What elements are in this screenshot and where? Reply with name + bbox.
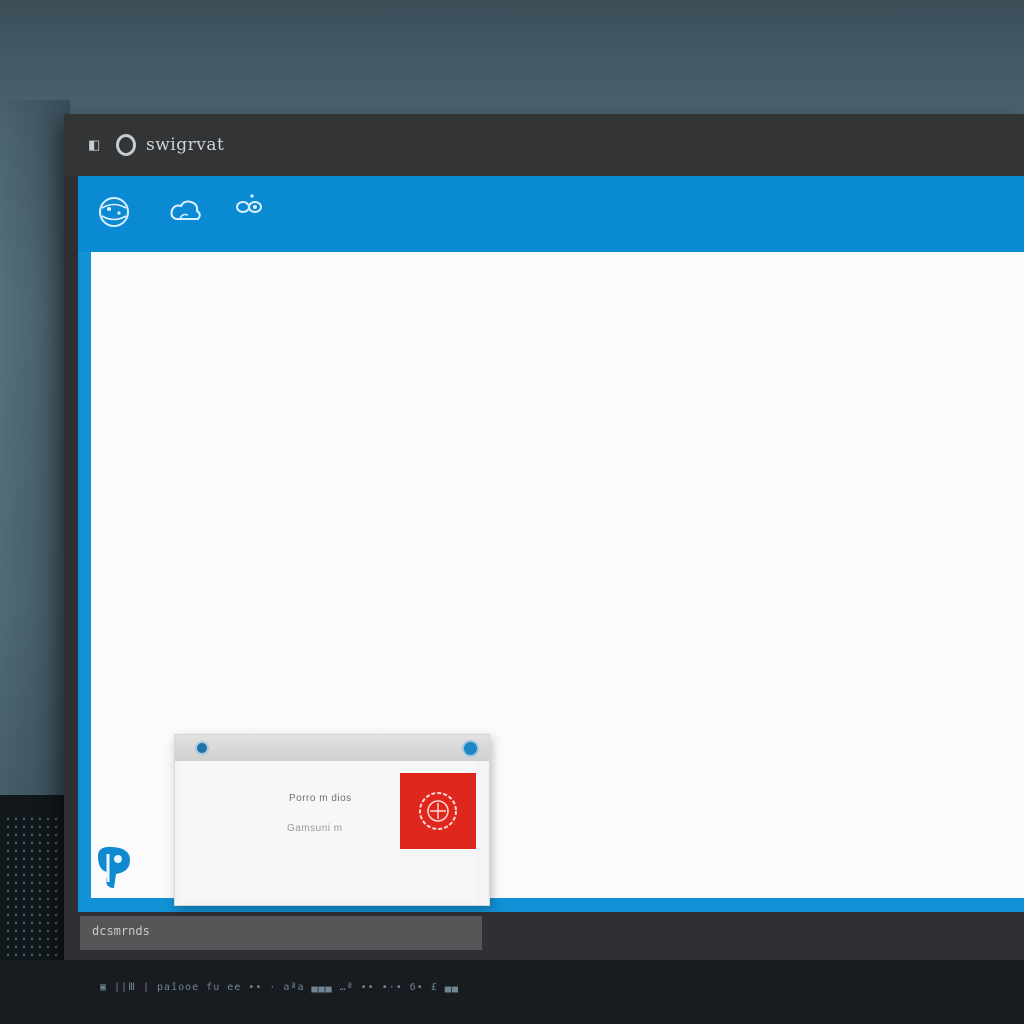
dialog-body: Porro m dios Gamsuni m (179, 761, 476, 901)
alert-seal-icon (419, 792, 457, 830)
monitor: ◧ swigrvat Porro m dios Gamsuni m dcsmrn… (64, 114, 1024, 972)
ring-icon (116, 134, 136, 156)
dialog-message-line-2: Gamsuni m (287, 823, 343, 834)
cloud-icon (170, 200, 201, 220)
globe-button[interactable] (94, 194, 134, 230)
dialog-message-line-1: Porro m dios (289, 793, 352, 804)
dialog-titlebar (175, 735, 489, 761)
app-launcher-button[interactable] (92, 844, 136, 890)
titlebar: ◧ swigrvat (64, 114, 1024, 176)
taskbar-item-label[interactable]: dcsmrnds (92, 924, 150, 938)
taskbar: dcsmrnds (80, 916, 482, 950)
wall-shadow (0, 100, 70, 820)
desk-items: ▣ ||Ⅲ | pаîooe fu ee •• · aªа ▄▄▄ …ª •• … (100, 982, 459, 993)
chat-icon (236, 194, 262, 213)
app-logo-icon (98, 846, 130, 888)
chat-button[interactable] (228, 186, 268, 222)
window-icon[interactable]: ◧ (88, 138, 102, 152)
notification-dialog: Porro m dios Gamsuni m (174, 734, 490, 906)
cloud-button[interactable] (166, 194, 206, 230)
toolbar (78, 176, 1024, 252)
alert-badge[interactable] (400, 773, 476, 849)
dialog-status-icon (197, 743, 207, 753)
dialog-close-button[interactable] (464, 742, 477, 755)
window-title: swigrvat (146, 135, 225, 155)
desk-surface: ▣ ||Ⅲ | pаîooe fu ee •• · aªа ▄▄▄ …ª •• … (0, 960, 1024, 1024)
globe-icon (99, 197, 129, 227)
